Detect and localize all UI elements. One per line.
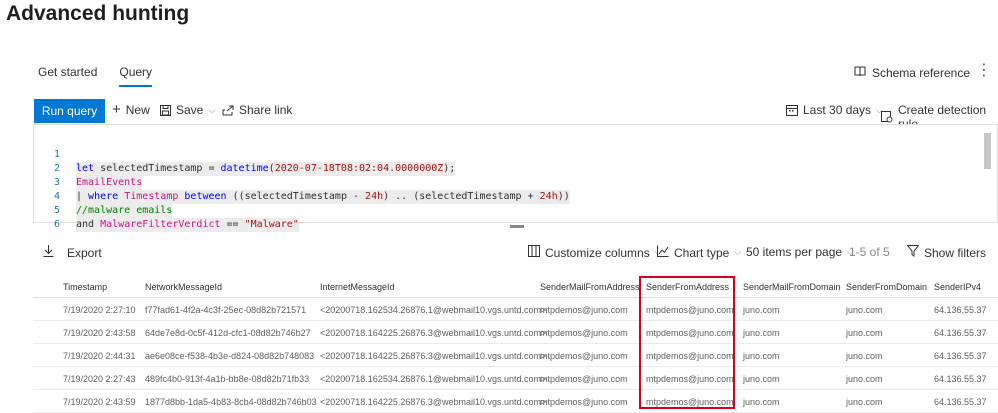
table-cell: <20200718.162534.26876.1@webmail10.vgs.u… — [320, 374, 547, 384]
table-cell: 64.136.55.37 — [934, 374, 987, 384]
column-header[interactable]: Timestamp — [63, 282, 107, 292]
show-filters-label: Show filters — [924, 245, 987, 260]
column-header[interactable]: InternetMessageId — [320, 282, 395, 292]
calendar-icon — [786, 104, 798, 116]
editor-scrollbar[interactable] — [984, 133, 991, 169]
column-header[interactable]: SenderMailFromDomain — [743, 282, 841, 292]
code-line-6: 6 — [34, 204, 997, 230]
code-text: and MalwareFilterVerdict == "Malware" — [76, 218, 299, 232]
table-cell: mtpdemos@juno.com — [540, 351, 628, 361]
items-per-page-label: 50 items per page — [746, 245, 843, 259]
share-icon — [222, 105, 234, 116]
export-label: Export — [67, 245, 102, 260]
table-cell: juno.com — [846, 328, 883, 338]
table-cell: ae6e08ce-f538-4b3e-d824-08d82b748083 — [145, 351, 315, 361]
tab-get-started[interactable]: Get started — [38, 65, 97, 87]
table-cell: juno.com — [743, 328, 780, 338]
more-options-icon[interactable]: ⋮ — [976, 60, 992, 80]
code-line-1: 1 let selectedTimestamp = datetime(2020-… — [34, 134, 997, 176]
table-cell: f77fad61-4f2a-4c3f-25ec-08d82b721571 — [145, 305, 307, 315]
table-row[interactable]: 7/19/2020 2:44:31 ae6e08ce-f538-4b3e-d82… — [33, 344, 998, 367]
time-range-dropdown[interactable]: Last 30 days ⌵ — [786, 103, 883, 117]
code-line-3: 3 | where Timestamp between ((selectedTi… — [34, 162, 997, 204]
table-cell: <20200718.162534.26876.1@webmail10.vgs.u… — [320, 305, 547, 315]
run-query-button[interactable]: Run query — [34, 99, 105, 123]
table-cell: <20200718.164225.26876.3@webmail10.vgs.u… — [320, 328, 547, 338]
table-cell: juno.com — [846, 351, 883, 361]
table-cell: mtpdemos@juno.com — [540, 305, 628, 315]
line-number: 6 — [53, 219, 60, 230]
table-cell: 64.136.55.37 — [934, 328, 987, 338]
table-cell: <20200718.164225.26876.3@webmail10.vgs.u… — [320, 351, 547, 361]
table-cell: 7/19/2020 2:27:43 — [63, 374, 136, 384]
resize-handle[interactable] — [510, 225, 524, 228]
column-header[interactable]: SenderFromDomain — [846, 282, 927, 292]
table-cell: 489fc4b0-913f-4a1b-bb8e-08d82b71fb33 — [145, 374, 310, 384]
export-button[interactable]: Export — [43, 245, 102, 260]
column-header[interactable]: SenderIPv4 — [934, 282, 981, 292]
schema-reference-label: Schema reference — [871, 65, 970, 80]
save-label: Save — [176, 103, 204, 117]
customize-columns-label: Customize columns — [545, 245, 650, 260]
column-header[interactable]: NetworkMessageId — [145, 282, 222, 292]
table-row[interactable]: 7/19/2020 2:27:10 f77fad61-4f2a-4c3f-25e… — [33, 298, 998, 321]
share-link-button[interactable]: Share link — [222, 103, 292, 117]
new-label: New — [125, 103, 150, 117]
table-row[interactable]: 7/19/2020 2:43:58 64de7e8d-0c5f-412d-cfc… — [33, 321, 998, 344]
table-row[interactable]: 7/19/2020 2:43:59 1877d8bb-1da5-4b83-8cb… — [33, 390, 998, 413]
table-cell: <20200718.164225.26876.3@webmail10.vgs.u… — [320, 397, 547, 407]
table-cell: juno.com — [743, 305, 780, 315]
code-line-5: 5 and MalwareFilterVerdict == "Malware" — [34, 190, 997, 232]
table-cell: juno.com — [846, 397, 883, 407]
table-cell: 7/19/2020 2:44:31 — [63, 351, 136, 361]
column-header[interactable]: SenderMailFromAddress — [540, 282, 640, 292]
table-row[interactable]: 7/19/2020 2:27:43 489fc4b0-913f-4a1b-bb8… — [33, 367, 998, 390]
table-cell: mtpdemos@juno.com — [540, 397, 628, 407]
chevron-down-icon: ⌵ — [208, 104, 216, 115]
chart-type-button[interactable]: Chart type ⌵ — [657, 245, 741, 260]
new-button[interactable]: + New — [112, 101, 150, 118]
tab-query[interactable]: Query — [119, 65, 153, 87]
table-header: Timestamp NetworkMessageId InternetMessa… — [33, 270, 998, 298]
table-cell: 64de7e8d-0c5f-412d-cfc1-08d82b746b27 — [145, 328, 311, 338]
table-cell: 7/19/2020 2:43:58 — [63, 328, 136, 338]
download-icon — [43, 245, 54, 260]
chevron-down-icon: ⌵ — [734, 247, 742, 257]
table-cell: 1877d8bb-1da5-4b83-8cb4-08d82b746b03 — [145, 397, 317, 407]
table-cell: juno.com — [743, 397, 780, 407]
table-cell: 7/19/2020 2:43:59 — [63, 397, 136, 407]
items-per-page-dropdown[interactable]: 50 items per page ⌵ — [746, 245, 854, 259]
highlight-box — [639, 276, 735, 409]
table-cell: mtpdemos@juno.com — [540, 328, 628, 338]
page-title: Advanced hunting — [6, 2, 190, 25]
code-line-2: 2 EmailEvents — [34, 148, 997, 190]
save-icon — [160, 104, 171, 116]
table-cell: juno.com — [846, 374, 883, 384]
chart-type-label: Chart type — [674, 245, 730, 260]
customize-columns-button[interactable]: Customize columns ⌵ — [528, 245, 662, 260]
table-cell: juno.com — [743, 374, 780, 384]
book-icon — [854, 65, 866, 80]
table-cell: 7/19/2020 2:27:10 — [63, 305, 136, 315]
show-filters-button[interactable]: Show filters — [906, 245, 987, 260]
tab-bar: Get started Query — [38, 65, 153, 87]
time-range-label: Last 30 days — [803, 103, 872, 117]
table-cell: juno.com — [846, 305, 883, 315]
table-cell: 64.136.55.37 — [934, 305, 987, 315]
table-cell: 64.136.55.37 — [934, 397, 987, 407]
pagination-range: 1-5 of 5 — [849, 245, 890, 259]
code-line-4: 4 //malware emails — [34, 176, 997, 218]
plus-icon: + — [112, 101, 121, 118]
rule-icon — [881, 111, 893, 123]
query-editor[interactable]: 1 let selectedTimestamp = datetime(2020-… — [33, 124, 998, 232]
save-button[interactable]: Save ⌵ — [160, 103, 215, 117]
filter-icon — [906, 245, 920, 260]
table-cell: mtpdemos@juno.com — [540, 374, 628, 384]
table-cell: juno.com — [743, 351, 780, 361]
chart-icon — [657, 245, 669, 260]
schema-reference-button[interactable]: Schema reference — [854, 65, 970, 80]
columns-icon — [528, 245, 540, 260]
share-link-label: Share link — [239, 103, 293, 117]
table-cell: 64.136.55.37 — [934, 351, 987, 361]
